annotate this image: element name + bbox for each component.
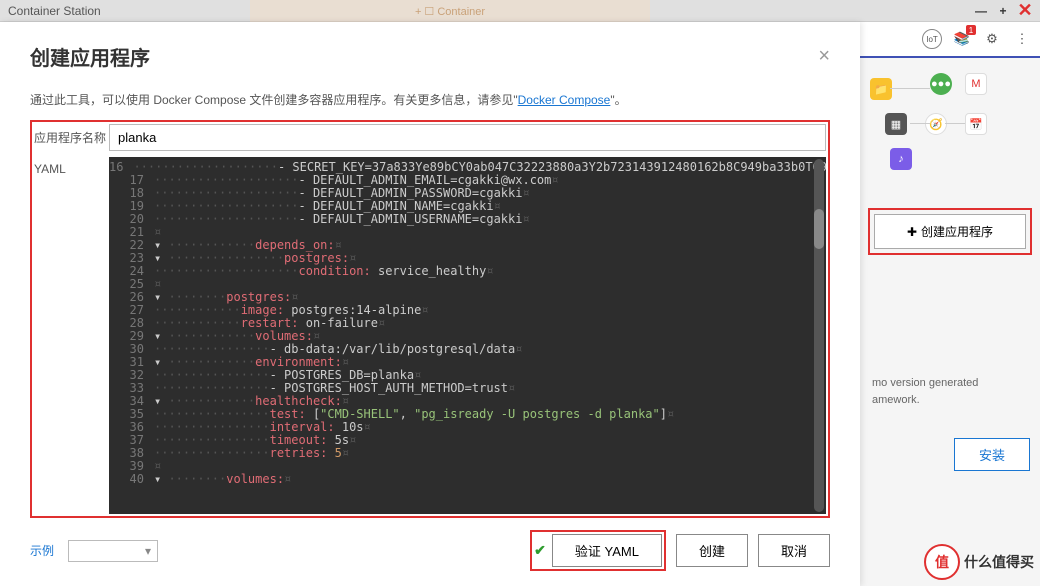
- connector-line: [890, 88, 930, 89]
- app-name-label: 应用程序名称: [34, 129, 109, 146]
- code-line: 38 ················retries: 5¤: [109, 447, 826, 460]
- app-icons-area: 📁 ●●● M ▦ 🧭 📅 ♪: [860, 58, 1040, 198]
- example-select[interactable]: [68, 540, 158, 562]
- create-app-highlight-box: ✚ 创建应用程序: [868, 208, 1032, 255]
- gear-icon[interactable]: ⚙: [982, 29, 1002, 49]
- right-panel: IoT 📚1 ⚙ ⋮ 📁 ●●● M ▦ 🧭 📅 ♪ ✚ 创建应用程序 mo v…: [860, 22, 1040, 586]
- app-name-input[interactable]: [109, 124, 826, 151]
- docker-compose-link[interactable]: Docker Compose: [518, 93, 611, 107]
- maximize-button[interactable]: +: [996, 4, 1010, 18]
- minimize-button[interactable]: —: [974, 4, 988, 18]
- create-button[interactable]: 创建: [676, 534, 748, 567]
- dialog-title: 创建应用程序: [30, 42, 818, 71]
- gmail-icon[interactable]: M: [965, 73, 987, 95]
- chat-icon[interactable]: ●●●: [930, 73, 952, 95]
- safari-icon[interactable]: 🧭: [925, 113, 947, 135]
- video-icon[interactable]: ▦: [885, 113, 907, 135]
- validate-highlight-box: ✔ 验证 YAML: [530, 530, 666, 571]
- folder-icon[interactable]: 📁: [870, 78, 892, 100]
- yaml-label: YAML: [34, 157, 109, 514]
- create-application-button[interactable]: ✚ 创建应用程序: [874, 214, 1026, 249]
- cancel-button[interactable]: 取消: [758, 534, 830, 567]
- calendar-icon[interactable]: 📅: [965, 113, 987, 135]
- music-icon[interactable]: ♪: [890, 148, 912, 170]
- scrollbar-thumb[interactable]: [814, 209, 824, 249]
- close-button[interactable]: ✕: [1018, 4, 1032, 18]
- window-titlebar: Container Station + ☐ Container — + ✕: [0, 0, 1040, 22]
- notification-badge: 1: [966, 25, 976, 35]
- watermark-text: 什么值得买: [964, 552, 1034, 572]
- iot-icon[interactable]: IoT: [922, 29, 942, 49]
- install-button[interactable]: 安装: [954, 438, 1030, 471]
- window-title: Container Station: [8, 4, 974, 18]
- code-line: 40▾ ········volumes:¤: [109, 473, 826, 486]
- code-line: 24 ····················condition: servic…: [109, 265, 826, 278]
- code-line: 20 ····················- DEFAULT_ADMIN_U…: [109, 213, 826, 226]
- connector-line: [910, 123, 930, 124]
- editor-scrollbar[interactable]: [814, 159, 824, 512]
- info-text: mo version generated amework.: [860, 365, 1040, 418]
- yaml-editor[interactable]: 16 ····················- SECRET_KEY=37a8…: [109, 157, 826, 514]
- connector-line: [945, 123, 965, 124]
- check-icon: ✔: [534, 542, 546, 559]
- right-toolbar: IoT 📚1 ⚙ ⋮: [860, 22, 1040, 58]
- form-highlight-box: 应用程序名称 YAML 16 ····················- SEC…: [30, 120, 830, 518]
- watermark-logo: 值: [924, 544, 960, 580]
- window-controls: — + ✕: [974, 4, 1032, 18]
- validate-yaml-button[interactable]: 验证 YAML: [552, 534, 662, 567]
- plus-icon: ✚: [907, 225, 917, 239]
- menu-icon[interactable]: ⋮: [1012, 29, 1032, 49]
- watermark: 值 什么值得买: [924, 544, 1034, 580]
- dialog-description: 通过此工具，可以使用 Docker Compose 文件创建多容器应用程序。有关…: [30, 91, 830, 108]
- example-link[interactable]: 示例: [30, 542, 54, 559]
- create-app-dialog: 创建应用程序 × 通过此工具，可以使用 Docker Compose 文件创建多…: [0, 22, 860, 586]
- dialog-close-icon[interactable]: ×: [818, 45, 830, 68]
- notification-icon[interactable]: 📚1: [952, 29, 972, 49]
